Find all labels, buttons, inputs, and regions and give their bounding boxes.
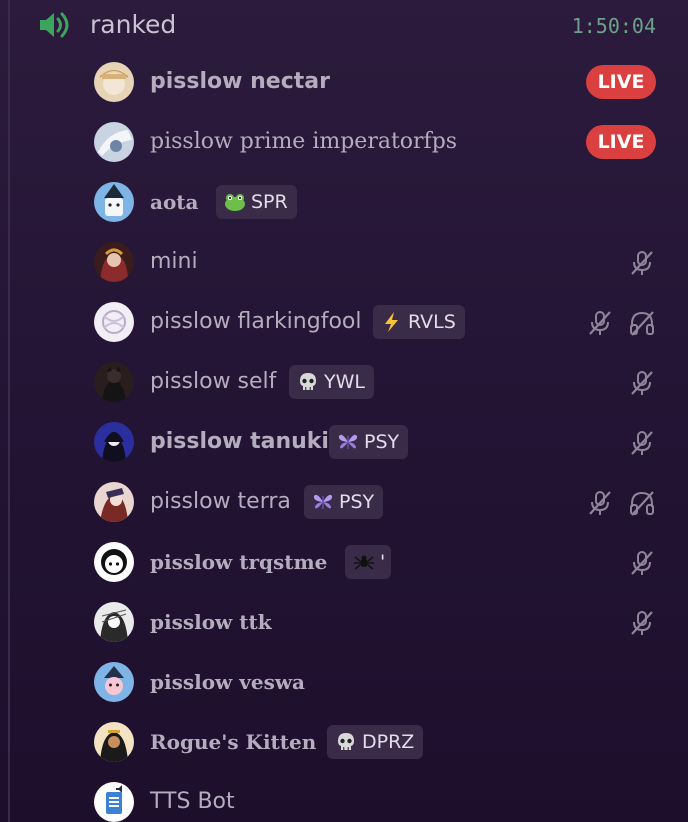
mic-muted-icon bbox=[628, 249, 656, 277]
member-name: pisslow veswa bbox=[150, 670, 305, 694]
tag-label: DPRZ bbox=[362, 731, 415, 753]
avatar bbox=[94, 62, 134, 102]
server-tag[interactable]: PSY bbox=[304, 485, 384, 519]
avatar bbox=[94, 362, 134, 402]
avatar bbox=[94, 602, 134, 642]
member-name: pisslow self bbox=[150, 369, 277, 394]
tag-label: YWL bbox=[324, 371, 365, 393]
tag-label: SPR bbox=[251, 191, 288, 213]
server-tag[interactable]: PSY bbox=[329, 425, 409, 459]
server-tag[interactable]: RVLS bbox=[373, 305, 465, 339]
lightning-icon bbox=[381, 311, 403, 333]
server-tag[interactable]: DPRZ bbox=[327, 725, 424, 759]
butterfly-icon bbox=[337, 431, 359, 453]
speaker-icon bbox=[38, 9, 72, 41]
member-name: pisslow flarkingfool bbox=[150, 309, 362, 334]
headphones-deafened-icon bbox=[628, 309, 656, 337]
member-name: pisslow trqstme bbox=[150, 550, 328, 574]
member-name: pisslow nectar bbox=[150, 69, 330, 94]
voice-member[interactable]: pisslow prime imperatorfps LIVE bbox=[0, 112, 688, 172]
skull-icon bbox=[297, 371, 319, 393]
avatar bbox=[94, 542, 134, 582]
member-name: pisslow tanuki bbox=[150, 429, 329, 454]
voice-member[interactable]: aota SPR bbox=[0, 172, 688, 232]
member-name: TTS Bot bbox=[150, 789, 235, 814]
voice-member[interactable]: TTS Bot bbox=[0, 772, 688, 822]
avatar bbox=[94, 182, 134, 222]
voice-member[interactable]: pisslow tanuki PSY bbox=[0, 412, 688, 472]
server-tag[interactable]: ' bbox=[345, 545, 392, 579]
skull-icon bbox=[335, 731, 357, 753]
spider-icon bbox=[353, 551, 375, 573]
avatar bbox=[94, 242, 134, 282]
voice-member[interactable]: pisslow trqstme ' bbox=[0, 532, 688, 592]
avatar bbox=[94, 122, 134, 162]
mic-muted-icon bbox=[628, 609, 656, 637]
butterfly-icon bbox=[312, 491, 334, 513]
voice-member[interactable]: pisslow self YWL bbox=[0, 352, 688, 412]
voice-member[interactable]: pisslow ttk bbox=[0, 592, 688, 652]
mic-muted-icon bbox=[628, 549, 656, 577]
mic-muted-icon bbox=[586, 309, 614, 337]
avatar bbox=[94, 482, 134, 522]
mic-muted-icon bbox=[628, 369, 656, 397]
mic-muted-icon bbox=[586, 489, 614, 517]
member-name: pisslow ttk bbox=[150, 610, 272, 634]
member-name: pisslow terra bbox=[150, 489, 291, 514]
voice-member[interactable]: Rogue's Kitten DPRZ bbox=[0, 712, 688, 772]
voice-member[interactable]: pisslow veswa bbox=[0, 652, 688, 712]
tag-label: PSY bbox=[339, 491, 375, 513]
tag-label: RVLS bbox=[408, 311, 456, 333]
member-name: mini bbox=[150, 249, 198, 274]
headphones-deafened-icon bbox=[628, 489, 656, 517]
call-timer: 1:50:04 bbox=[571, 14, 656, 38]
tag-label: ' bbox=[380, 551, 386, 573]
live-badge[interactable]: LIVE bbox=[586, 125, 656, 159]
member-name: Rogue's Kitten bbox=[150, 730, 317, 754]
frog-icon bbox=[224, 191, 246, 213]
avatar bbox=[94, 722, 134, 762]
tag-label: PSY bbox=[364, 431, 400, 453]
voice-member[interactable]: pisslow flarkingfool RVLS bbox=[0, 292, 688, 352]
mic-muted-icon bbox=[628, 429, 656, 457]
voice-member[interactable]: mini bbox=[0, 232, 688, 292]
voice-channel-ranked[interactable]: ranked 1:50:04 bbox=[0, 0, 688, 52]
avatar bbox=[94, 662, 134, 702]
avatar bbox=[94, 782, 134, 822]
voice-member[interactable]: pisslow terra PSY bbox=[0, 472, 688, 532]
server-tag[interactable]: SPR bbox=[216, 185, 297, 219]
live-badge[interactable]: LIVE bbox=[586, 65, 656, 99]
avatar bbox=[94, 302, 134, 342]
server-tag[interactable]: YWL bbox=[289, 365, 374, 399]
avatar bbox=[94, 422, 134, 462]
member-name: aota bbox=[150, 190, 199, 214]
voice-member[interactable]: pisslow nectar LIVE bbox=[0, 52, 688, 112]
channel-name: ranked bbox=[90, 10, 177, 39]
member-name: pisslow prime imperatorfps bbox=[150, 129, 458, 154]
